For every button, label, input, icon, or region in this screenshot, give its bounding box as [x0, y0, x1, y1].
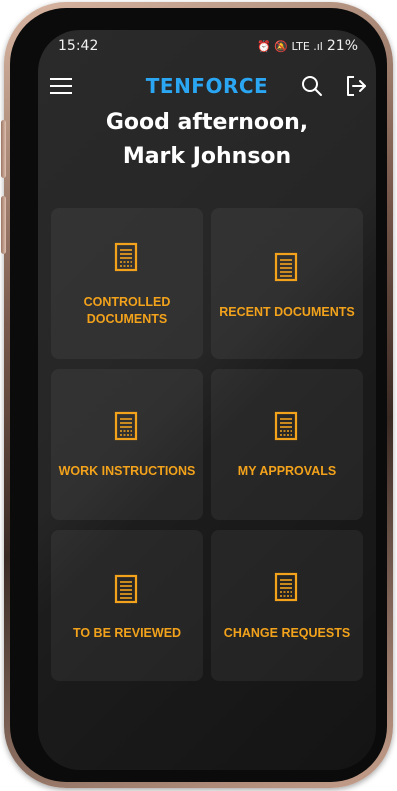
- app-screen: 15:42 ⏰ 🔕 LTE .ıl 21% TENFORCE Good afte…: [38, 30, 376, 770]
- tile-label: MY APPROVALS: [215, 463, 359, 480]
- tile-change-requests[interactable]: CHANGE REQUESTS: [211, 530, 363, 681]
- status-icons: ⏰ 🔕 LTE .ıl 21%: [257, 38, 358, 54]
- tile-recent-documents[interactable]: RECENT DOCUMENTS: [211, 208, 363, 359]
- tile-controlled-documents[interactable]: CONTROLLED DOCUMENTS: [51, 208, 203, 359]
- status-indicator-icons: ⏰ 🔕 LTE .ıl: [257, 39, 323, 53]
- greeting-heading: Good afternoon, Mark Johnson: [38, 106, 376, 174]
- greeting-line: Good afternoon,: [105, 110, 309, 135]
- status-bar: 15:42 ⏰ 🔕 LTE .ıl 21%: [58, 38, 358, 56]
- tile-to-be-reviewed[interactable]: TO BE REVIEWED: [51, 530, 203, 681]
- tile-label: TO BE REVIEWED: [55, 625, 199, 642]
- document-icon: [274, 572, 298, 602]
- tile-label: WORK INSTRUCTIONS: [55, 463, 199, 480]
- document-icon: [114, 242, 138, 272]
- tile-label: CONTROLLED DOCUMENTS: [55, 294, 199, 328]
- tile-label-line: RECENT DOCUMENTS: [219, 305, 355, 319]
- search-icon[interactable]: [300, 74, 324, 98]
- status-time: 15:42: [58, 38, 99, 54]
- document-icon: [114, 574, 138, 604]
- battery-level: 21%: [326, 38, 358, 54]
- tile-label-line: DOCUMENTS: [86, 312, 168, 326]
- tile-label-line: TO BE REVIEWED: [72, 626, 182, 640]
- phone-side-button: [1, 196, 6, 254]
- document-icon: [114, 411, 138, 441]
- user-name: Mark Johnson: [122, 144, 292, 169]
- tile-label-line: WORK INSTRUCTIONS: [58, 464, 196, 478]
- logout-icon[interactable]: [344, 74, 368, 98]
- phone-side-button: [1, 120, 6, 178]
- tile-my-approvals[interactable]: MY APPROVALS: [211, 369, 363, 520]
- document-icon: [274, 252, 298, 282]
- tile-work-instructions[interactable]: WORK INSTRUCTIONS: [51, 369, 203, 520]
- tile-label-line: MY APPROVALS: [237, 464, 337, 478]
- tile-label-line: CONTROLLED: [83, 295, 171, 309]
- app-header: TENFORCE: [38, 72, 376, 102]
- tile-label: RECENT DOCUMENTS: [215, 304, 359, 321]
- brand-logo: TENFORCE: [145, 74, 269, 98]
- tile-label: CHANGE REQUESTS: [215, 625, 359, 642]
- tile-label-line: CHANGE REQUESTS: [223, 626, 351, 640]
- document-icon: [274, 411, 298, 441]
